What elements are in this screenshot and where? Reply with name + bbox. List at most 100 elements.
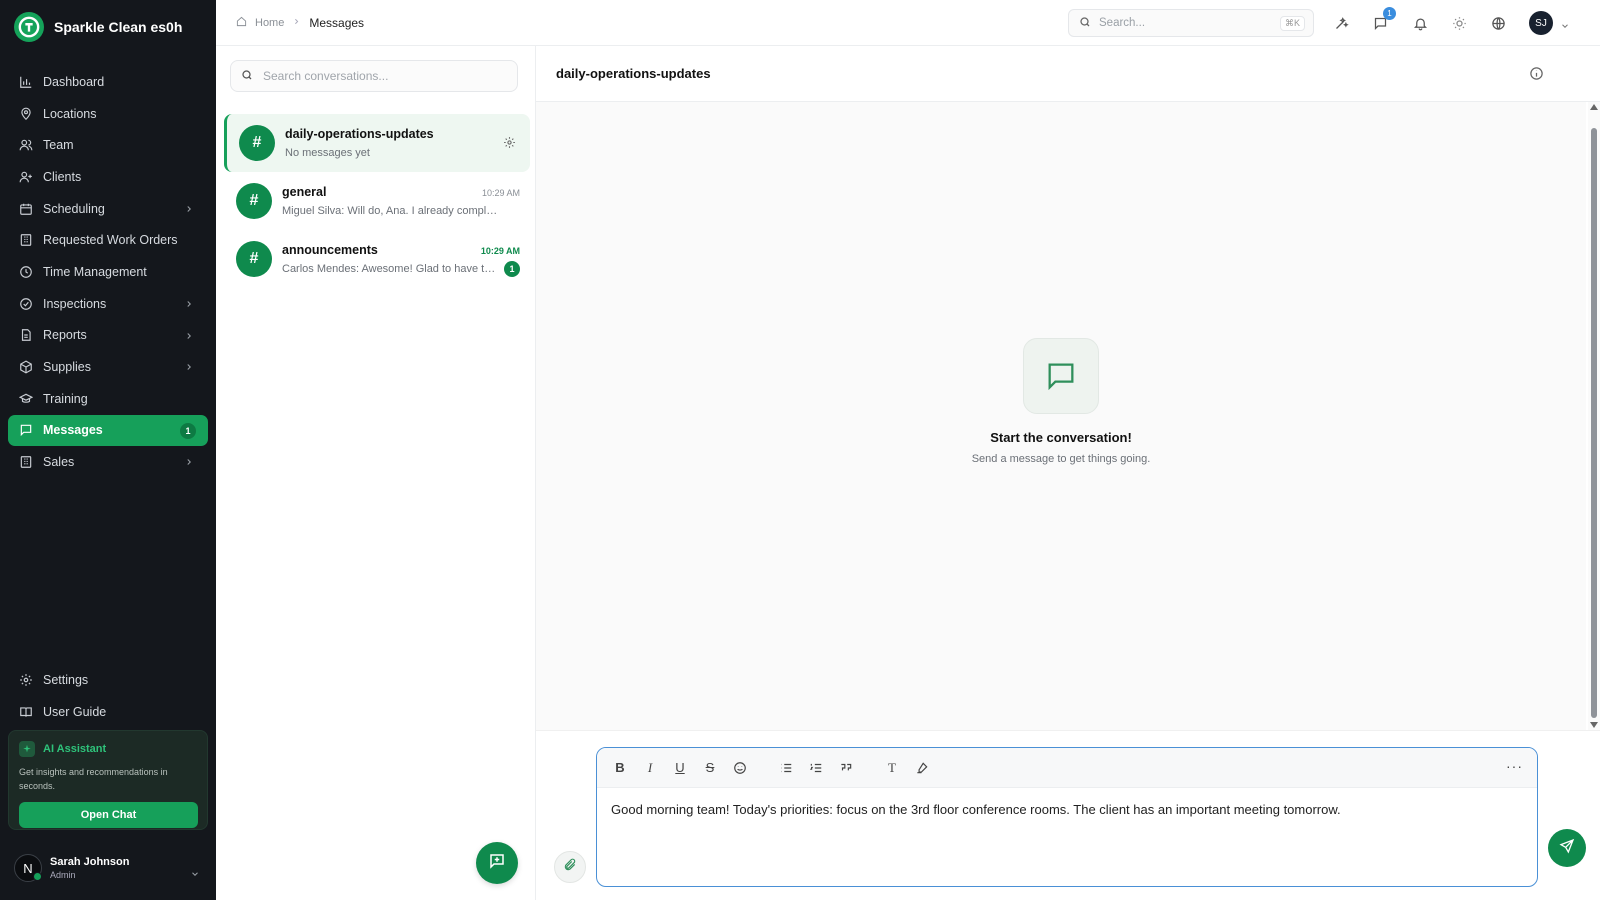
text-style-button[interactable]: T bbox=[883, 759, 901, 777]
attach-button[interactable] bbox=[554, 851, 586, 883]
chat-header: daily-operations-updates bbox=[536, 46, 1600, 102]
emoji-icon[interactable] bbox=[731, 759, 749, 777]
scrollbar-thumb[interactable] bbox=[1591, 128, 1597, 718]
sparkles-icon bbox=[19, 741, 35, 757]
chat-scrollbar[interactable] bbox=[1588, 102, 1600, 730]
global-search-input[interactable]: Search... ⌘K bbox=[1068, 9, 1314, 37]
sidebar-item-time-management[interactable]: Time Management bbox=[8, 256, 208, 288]
search-icon bbox=[241, 69, 253, 84]
sidebar-item-settings[interactable]: Settings bbox=[8, 664, 208, 696]
conversation-preview: No messages yet bbox=[285, 147, 370, 159]
book-icon bbox=[19, 705, 33, 719]
strikethrough-button[interactable]: S bbox=[701, 759, 719, 777]
formatting-toolbar: B I U S T ··· bbox=[597, 748, 1537, 788]
conversation-name: general bbox=[282, 185, 327, 199]
breadcrumb-home[interactable]: Home bbox=[255, 17, 284, 29]
sidebar-item-dashboard[interactable]: Dashboard bbox=[8, 66, 208, 98]
chevron-down-icon[interactable] bbox=[190, 866, 200, 884]
sidebar-item-label: Reports bbox=[43, 328, 87, 343]
numbered-list-icon[interactable] bbox=[807, 759, 825, 777]
brand[interactable]: Sparkle Clean es0h bbox=[14, 12, 182, 42]
conversation-preview: Miguel Silva: Will do, Ana. I already co… bbox=[282, 205, 498, 217]
map-pin-icon bbox=[19, 107, 33, 121]
chevron-down-icon[interactable] bbox=[1560, 18, 1570, 36]
search-shortcut: ⌘K bbox=[1279, 16, 1305, 31]
home-icon[interactable] bbox=[236, 16, 247, 30]
user-profile[interactable]: N Sarah Johnson Admin bbox=[14, 854, 129, 882]
new-message-icon bbox=[488, 852, 506, 875]
sidebar-item-user-guide[interactable]: User Guide bbox=[8, 696, 208, 728]
channel-hash-icon: # bbox=[236, 183, 272, 219]
sidebar-item-clients[interactable]: Clients bbox=[8, 161, 208, 193]
sidebar-item-label: Sales bbox=[43, 455, 75, 470]
message-input-text[interactable]: Good morning team! Today's priorities: f… bbox=[597, 788, 1537, 831]
conversation-item-announcements[interactable]: # announcements Carlos Mendes: Awesome! … bbox=[224, 230, 530, 288]
conversation-name: daily-operations-updates bbox=[285, 127, 434, 141]
package-icon bbox=[19, 360, 33, 374]
chat-bubble-icon bbox=[1023, 338, 1099, 414]
file-icon bbox=[19, 328, 33, 342]
sidebar-item-label: Settings bbox=[43, 672, 89, 687]
ai-assistant-description: Get insights and recommendations in seco… bbox=[19, 767, 168, 791]
sun-icon[interactable] bbox=[1450, 14, 1468, 32]
brand-logo-icon bbox=[14, 12, 44, 42]
messages-icon[interactable]: 1 bbox=[1371, 7, 1396, 32]
sidebar-item-label: Scheduling bbox=[43, 201, 105, 216]
conversation-time: 10:29 AM bbox=[481, 188, 520, 198]
sidebar-nav: Dashboard Locations Team Clients Schedul… bbox=[8, 66, 208, 478]
building-icon bbox=[19, 233, 33, 247]
conversation-item-general[interactable]: # general Miguel Silva: Will do, Ana. I … bbox=[224, 172, 530, 230]
quote-icon[interactable] bbox=[837, 759, 855, 777]
brand-name: Sparkle Clean es0h bbox=[54, 19, 183, 35]
message-composer: B I U S T ··· Good morning team! Today's… bbox=[536, 730, 1600, 900]
magic-wand-icon[interactable] bbox=[1332, 14, 1350, 32]
users-icon bbox=[19, 138, 33, 152]
conversation-preview: Carlos Mendes: Awesome! Glad to have thi… bbox=[282, 263, 498, 275]
sidebar-item-inspections[interactable]: Inspections bbox=[8, 288, 208, 320]
sidebar-item-label: Clients bbox=[43, 169, 82, 184]
sidebar-item-locations[interactable]: Locations bbox=[8, 98, 208, 130]
scroll-down-arrow-icon[interactable] bbox=[1590, 722, 1598, 728]
message-editor[interactable]: B I U S T ··· Good morning team! Today's… bbox=[596, 747, 1538, 887]
clock-icon bbox=[19, 265, 33, 279]
messages-badge: 1 bbox=[1383, 7, 1396, 20]
underline-button[interactable]: U bbox=[671, 759, 689, 777]
gear-icon[interactable] bbox=[503, 136, 516, 154]
scroll-up-arrow-icon[interactable] bbox=[1590, 104, 1598, 110]
more-options-button[interactable]: ··· bbox=[1506, 758, 1523, 774]
sidebar-item-scheduling[interactable]: Scheduling bbox=[8, 193, 208, 225]
open-chat-button[interactable]: Open Chat bbox=[19, 802, 198, 828]
sidebar-item-sales[interactable]: Sales bbox=[8, 446, 208, 478]
sidebar-item-reports[interactable]: Reports bbox=[8, 320, 208, 352]
bell-icon[interactable] bbox=[1411, 14, 1429, 32]
sidebar-item-supplies[interactable]: Supplies bbox=[8, 351, 208, 383]
sidebar-item-label: Requested Work Orders bbox=[43, 233, 178, 248]
new-conversation-button[interactable] bbox=[476, 842, 518, 884]
search-icon bbox=[1079, 16, 1091, 31]
sidebar-item-label: User Guide bbox=[43, 704, 107, 719]
info-icon[interactable] bbox=[1529, 66, 1544, 86]
chat-messages-area: Start the conversation! Send a message t… bbox=[536, 102, 1586, 730]
conversation-search-input[interactable]: Search conversations... bbox=[230, 60, 518, 92]
sidebar-item-requested-work-orders[interactable]: Requested Work Orders bbox=[8, 224, 208, 256]
italic-button[interactable]: I bbox=[641, 759, 659, 777]
bullet-list-icon[interactable] bbox=[777, 759, 795, 777]
empty-state: Start the conversation! Send a message t… bbox=[536, 338, 1586, 465]
send-button[interactable] bbox=[1548, 829, 1586, 867]
ai-assistant-card: AI Assistant Get insights and recommenda… bbox=[8, 730, 208, 830]
chevron-right-icon bbox=[292, 17, 301, 29]
sidebar-item-team[interactable]: Team bbox=[8, 129, 208, 161]
avatar[interactable]: SJ bbox=[1529, 11, 1553, 35]
sidebar-item-messages[interactable]: Messages 1 bbox=[8, 414, 208, 447]
conversation-item-daily-operations-updates[interactable]: # daily-operations-updates No messages y… bbox=[224, 114, 530, 172]
sidebar-item-label: Dashboard bbox=[43, 74, 105, 89]
channel-hash-icon: # bbox=[236, 241, 272, 277]
globe-icon[interactable] bbox=[1489, 14, 1507, 32]
sidebar-item-training[interactable]: Training bbox=[8, 383, 208, 415]
conversation-time: 10:29 AM bbox=[480, 246, 520, 256]
message-square-icon bbox=[19, 423, 33, 437]
bold-button[interactable]: B bbox=[611, 759, 629, 777]
graduation-cap-icon bbox=[19, 392, 33, 406]
conversation-list-panel: Search conversations... # daily-operatio… bbox=[216, 46, 536, 900]
clear-format-icon[interactable] bbox=[913, 759, 931, 777]
